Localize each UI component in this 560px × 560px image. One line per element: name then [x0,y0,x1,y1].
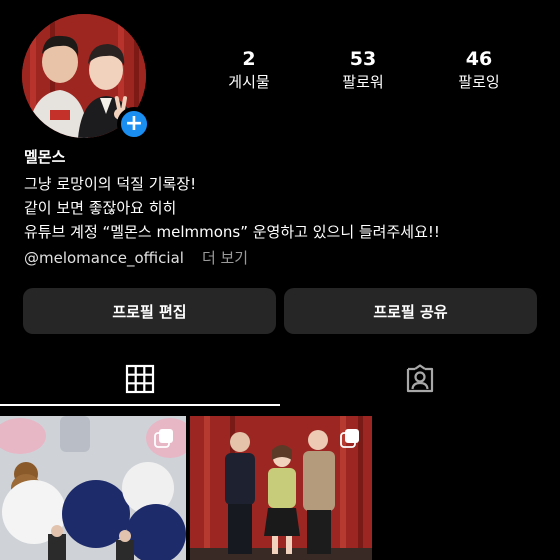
profile-avatar-container[interactable]: + [22,14,151,141]
posts-count: 2 [242,48,256,70]
edit-profile-button[interactable]: 프로필 편집 [23,288,276,334]
link-row: @melomance_official 더 보기 [24,246,540,270]
stat-followers[interactable]: 53 팔로워 [318,48,408,92]
posts-label: 게시물 [228,73,270,91]
selected-tab-indicator [0,404,280,406]
share-profile-button[interactable]: 프로필 공유 [284,288,537,334]
tab-posts-grid[interactable] [0,364,280,406]
following-label: 팔로잉 [458,73,500,91]
followers-count: 53 [349,48,377,70]
plus-icon: + [124,111,144,136]
stat-posts[interactable]: 2 게시물 [204,48,294,92]
bio-line: 유튜브 계정 “멜몬스 melmmons” 운영하고 있으니 들려주세요!! [24,223,440,241]
grid-icon [125,364,155,394]
multiple-photos-icon [154,429,173,448]
display-name: 멜몬스 [24,148,66,166]
post-thumbnail[interactable] [190,416,372,560]
followers-label: 팔로워 [342,73,384,91]
tab-tagged[interactable] [280,364,560,406]
linked-account-handle[interactable]: @melomance_official [24,249,184,267]
following-count: 46 [465,48,493,70]
profile-bio: 멜몬스 그냥 로망이의 덕질 기록장! 같이 보면 좋잖아요 히히 유튜브 계정… [24,146,540,270]
multiple-photos-icon [340,429,359,448]
bio-line: 그냥 로망이의 덕질 기록장! [24,175,197,193]
add-story-button[interactable]: + [117,107,151,141]
tagged-person-icon [406,364,434,393]
stat-following[interactable]: 46 팔로잉 [434,48,524,92]
more-link[interactable]: 더 보기 [202,249,248,267]
bio-line: 같이 보면 좋잖아요 히히 [24,199,177,217]
post-thumbnail[interactable] [0,416,186,560]
